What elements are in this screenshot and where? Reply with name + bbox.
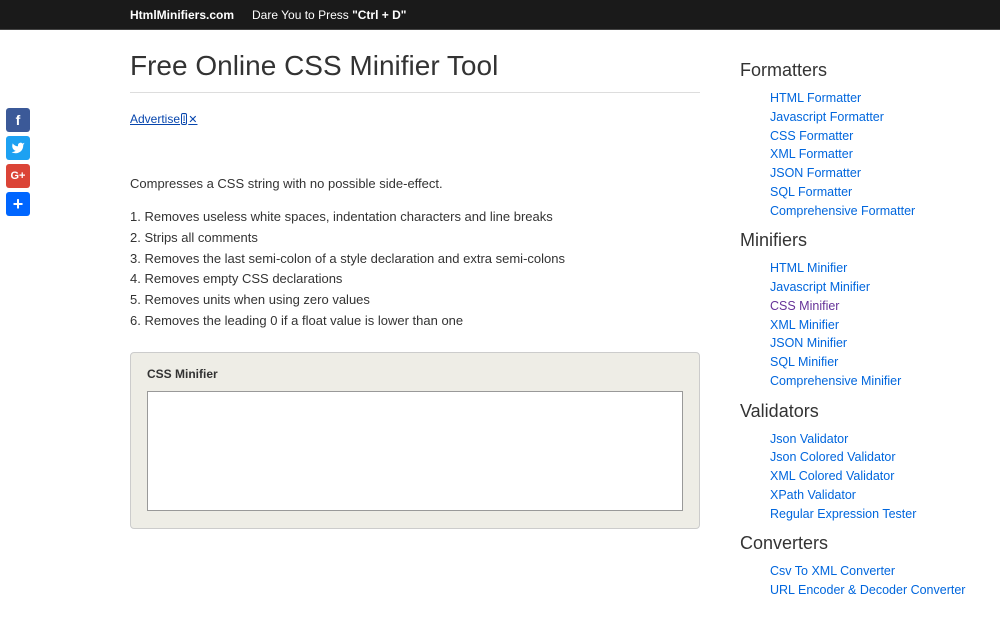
sidebar-section-list: HTML Formatter Javascript Formatter CSS Fo… [740,89,980,220]
sidebar-item: JSON Minifier [770,334,980,353]
sidebar-link[interactable]: XML Minifier [770,318,839,332]
sidebar-item: Json Colored Validator [770,448,980,467]
share-bar: f G+ + [6,108,30,216]
sidebar-section-list: Json Validator Json Colored Validator XML … [740,430,980,524]
sidebar-item: HTML Minifier [770,259,980,278]
sidebar-item: XML Colored Validator [770,467,980,486]
sidebar-item: Javascript Minifier [770,278,980,297]
feature-item: 5. Removes units when using zero values [130,290,700,311]
sidebar-link[interactable]: Javascript Minifier [770,280,870,294]
sidebar-link[interactable]: Csv To XML Converter [770,564,895,578]
twitter-share-button[interactable] [6,136,30,160]
sidebar-item: Json Validator [770,430,980,449]
sidebar-item: CSS Formatter [770,127,980,146]
sidebar-item: Javascript Formatter [770,108,980,127]
sidebar-link[interactable]: JSON Formatter [770,166,861,180]
sidebar-link[interactable]: CSS Formatter [770,129,853,143]
sidebar-item: URL Encoder & Decoder Converter [770,581,980,600]
advertise-link[interactable]: Advertise i ✕ [130,112,197,126]
sidebar-link[interactable]: Comprehensive Formatter [770,204,915,218]
intro-text: Compresses a CSS string with no possible… [130,176,700,191]
feature-item: 4. Removes empty CSS declarations [130,269,700,290]
sidebar-section-title: Minifiers [740,230,980,251]
sidebar-link[interactable]: XML Formatter [770,147,853,161]
css-input[interactable] [147,391,683,511]
feature-item: 1. Removes useless white spaces, indenta… [130,207,700,228]
facebook-share-button[interactable]: f [6,108,30,132]
title-divider [130,92,700,93]
sidebar-item: XML Minifier [770,316,980,335]
sidebar-link[interactable]: Javascript Formatter [770,110,884,124]
googleplus-share-button[interactable]: G+ [6,164,30,188]
minifier-panel: CSS Minifier [130,352,700,529]
sidebar-link[interactable]: SQL Minifier [770,355,838,369]
sidebar-link[interactable]: Regular Expression Tester [770,507,916,521]
sidebar-item: Comprehensive Minifier [770,372,980,391]
sidebar-item: HTML Formatter [770,89,980,108]
sidebar-link[interactable]: URL Encoder & Decoder Converter [770,583,965,597]
sidebar-link[interactable]: JSON Minifier [770,336,847,350]
sidebar-item: Csv To XML Converter [770,562,980,581]
tagline: Dare You to Press "Ctrl + D" [252,8,406,22]
ad-close-icon[interactable]: ✕ [188,113,197,126]
sidebar-link[interactable]: CSS Minifier [770,299,839,313]
twitter-icon [11,141,25,155]
feature-item: 3. Removes the last semi-colon of a styl… [130,249,700,270]
sidebar-section-list: HTML Minifier Javascript Minifier CSS Mini… [740,259,980,390]
tagline-key: "Ctrl + D" [352,8,406,22]
topbar: HtmlMinifiers.com Dare You to Press "Ctr… [0,0,1000,30]
panel-title: CSS Minifier [147,367,683,381]
feature-item: 6. Removes the leading 0 if a float valu… [130,311,700,332]
sidebar-section-list: Csv To XML Converter URL Encoder & Decode… [740,562,980,600]
sidebar-item: SQL Formatter [770,183,980,202]
sidebar-item: XPath Validator [770,486,980,505]
ad-info-icon[interactable]: i [181,113,187,125]
sidebar-item: JSON Formatter [770,164,980,183]
more-share-button[interactable]: + [6,192,30,216]
sidebar-section-title: Converters [740,533,980,554]
sidebar-item: Comprehensive Formatter [770,202,980,221]
brand-link[interactable]: HtmlMinifiers.com [130,8,234,22]
advertise-label: Advertise [130,112,180,126]
main-content: Free Online CSS Minifier Tool Advertise … [10,30,730,620]
sidebar-link[interactable]: SQL Formatter [770,185,852,199]
sidebar-link[interactable]: Json Validator [770,432,848,446]
page-title: Free Online CSS Minifier Tool [130,50,700,82]
sidebar-item: Regular Expression Tester [770,505,980,524]
container: Free Online CSS Minifier Tool Advertise … [0,30,1000,620]
sidebar-link[interactable]: Json Colored Validator [770,450,896,464]
sidebar: Formatters HTML Formatter Javascript Forma… [730,30,990,620]
sidebar-item: XML Formatter [770,145,980,164]
sidebar-link[interactable]: Comprehensive Minifier [770,374,901,388]
sidebar-link[interactable]: XML Colored Validator [770,469,894,483]
tagline-prefix: Dare You to Press [252,8,352,22]
feature-item: 2. Strips all comments [130,228,700,249]
sidebar-item: CSS Minifier [770,297,980,316]
feature-list: 1. Removes useless white spaces, indenta… [130,207,700,332]
sidebar-section-title: Formatters [740,60,980,81]
sidebar-link[interactable]: HTML Minifier [770,261,847,275]
sidebar-link[interactable]: HTML Formatter [770,91,861,105]
sidebar-item: SQL Minifier [770,353,980,372]
sidebar-section-title: Validators [740,401,980,422]
